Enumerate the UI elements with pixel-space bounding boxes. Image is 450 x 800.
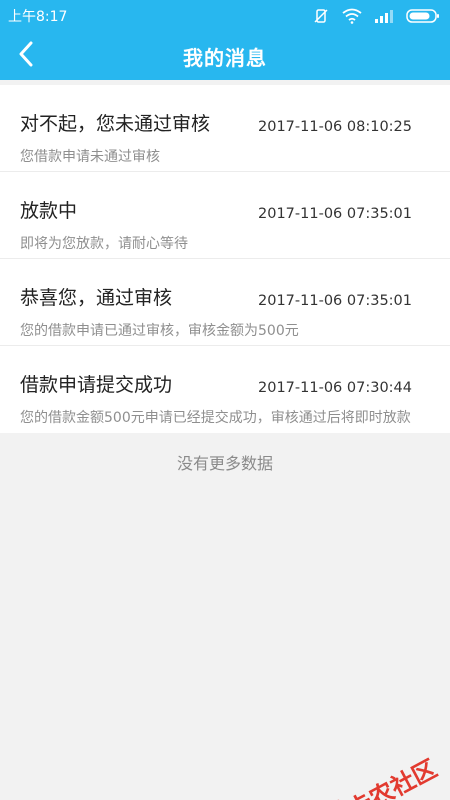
message-time: 2017-11-06 07:35:01 bbox=[258, 206, 412, 222]
message-title: 恭喜您，通过审核 bbox=[20, 287, 173, 309]
page-title: 我的消息 bbox=[183, 45, 267, 70]
message-title: 借款申请提交成功 bbox=[20, 374, 173, 396]
message-item[interactable]: 恭喜您，通过审核 2017-11-06 07:35:01 您的借款申请已通过审核… bbox=[0, 259, 450, 346]
no-more-data-text: 没有更多数据 bbox=[176, 454, 273, 473]
chevron-left-icon bbox=[18, 41, 34, 71]
message-title: 对不起，您未通过审核 bbox=[20, 113, 211, 135]
watermark-text: 卡农社区 bbox=[343, 754, 442, 800]
wifi-icon bbox=[342, 8, 362, 24]
message-time: 2017-11-06 07:30:44 bbox=[258, 380, 412, 396]
signal-icon bbox=[374, 9, 394, 23]
message-desc: 即将为您放款，请耐心等待 bbox=[20, 236, 188, 252]
status-time: 上午8:17 bbox=[8, 9, 68, 25]
watermark-logo: 卡农社区 bbox=[316, 749, 442, 800]
battery-icon bbox=[406, 8, 440, 24]
app-header: 我的消息 bbox=[0, 32, 450, 80]
message-desc: 您借款申请未通过审核 bbox=[20, 149, 160, 165]
message-item[interactable]: 放款中 2017-11-06 07:35:01 即将为您放款，请耐心等待 bbox=[0, 172, 450, 259]
message-item[interactable]: 对不起，您未通过审核 2017-11-06 08:10:25 您借款申请未通过审… bbox=[0, 85, 450, 172]
top-bar: 上午8:17 我的消息 bbox=[0, 0, 450, 80]
vibrate-off-icon bbox=[312, 7, 330, 25]
message-item[interactable]: 借款申请提交成功 2017-11-06 07:30:44 您的借款金额500元申… bbox=[0, 346, 450, 433]
message-time: 2017-11-06 07:35:01 bbox=[258, 293, 412, 309]
message-desc: 您的借款金额500元申请已经提交成功，审核通过后将即时放款 bbox=[20, 410, 411, 426]
back-button[interactable] bbox=[8, 38, 44, 74]
status-bar: 上午8:17 bbox=[0, 0, 450, 32]
status-icons bbox=[312, 7, 440, 25]
screen: 上午8:17 我的消息 对不起，您未通过审核 2017-11-06 08:10:… bbox=[0, 0, 450, 800]
message-title: 放款中 bbox=[20, 200, 78, 222]
message-time: 2017-11-06 08:10:25 bbox=[258, 119, 412, 135]
message-list: 对不起，您未通过审核 2017-11-06 08:10:25 您借款申请未通过审… bbox=[0, 85, 450, 433]
message-desc: 您的借款申请已通过审核，审核金额为500元 bbox=[20, 323, 299, 339]
